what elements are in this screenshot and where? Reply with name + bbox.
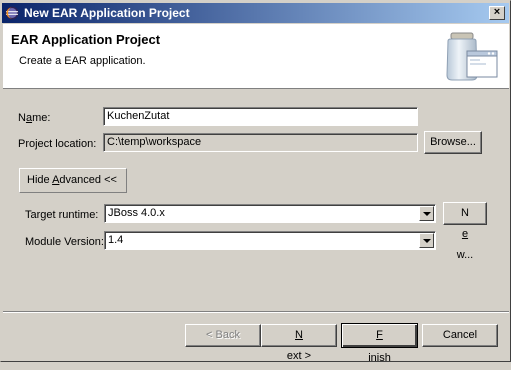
close-icon: × <box>493 6 501 18</box>
target-runtime-label: Target runtime: <box>25 209 99 221</box>
module-version-label: Module Version: <box>25 236 104 248</box>
chevron-down-icon[interactable] <box>419 233 434 248</box>
name-label: Name: <box>18 112 51 124</box>
back-button-label: < Back <box>206 329 240 341</box>
hide-advanced-label: Hide Advanced << <box>27 174 117 186</box>
target-runtime-value: JBoss 4.0.x <box>108 207 165 219</box>
chevron-down-icon[interactable] <box>419 206 434 221</box>
project-location-value: C:\temp\workspace <box>107 136 202 148</box>
next-button-label: Next > <box>286 329 312 362</box>
finish-button[interactable]: Finish <box>341 323 418 364</box>
new-runtime-button[interactable]: Ne w... <box>443 202 487 261</box>
close-button[interactable]: × <box>489 6 505 20</box>
hide-advanced-button[interactable]: Hide Advanced << <box>19 168 127 193</box>
target-runtime-dropdown[interactable]: JBoss 4.0.x <box>104 204 436 223</box>
window-title: New EAR Application Project <box>24 6 190 20</box>
back-button[interactable]: < Back <box>185 324 261 347</box>
browse-button-label: Browse... <box>430 136 476 148</box>
browse-button[interactable]: Browse... <box>424 131 482 154</box>
project-location-field[interactable]: C:\temp\workspace <box>103 133 418 152</box>
cancel-button[interactable]: Cancel <box>422 324 498 347</box>
wizard-window: New EAR Application Project × EAR Applic… <box>0 0 511 364</box>
next-button[interactable]: Next > <box>261 324 337 362</box>
wizard-header: EAR Application Project Create a EAR app… <box>3 24 509 89</box>
new-runtime-label: Ne w... <box>456 207 474 261</box>
jar-window-icon <box>446 32 498 81</box>
module-version-value: 1.4 <box>108 234 124 246</box>
project-name-field[interactable]: KuchenZutat <box>103 107 418 126</box>
page-description: Create a EAR application. <box>19 55 146 67</box>
finish-button-label: Finish <box>368 329 391 364</box>
title-bar[interactable]: New EAR Application Project × <box>2 3 509 23</box>
page-title: EAR Application Project <box>11 32 161 47</box>
footer-separator <box>3 311 509 313</box>
project-name-value: KuchenZutat <box>107 110 170 122</box>
cancel-button-label: Cancel <box>442 329 478 341</box>
module-version-dropdown[interactable]: 1.4 <box>104 231 436 250</box>
project-location-label: Project location: <box>18 138 97 150</box>
eclipse-icon <box>5 6 19 20</box>
